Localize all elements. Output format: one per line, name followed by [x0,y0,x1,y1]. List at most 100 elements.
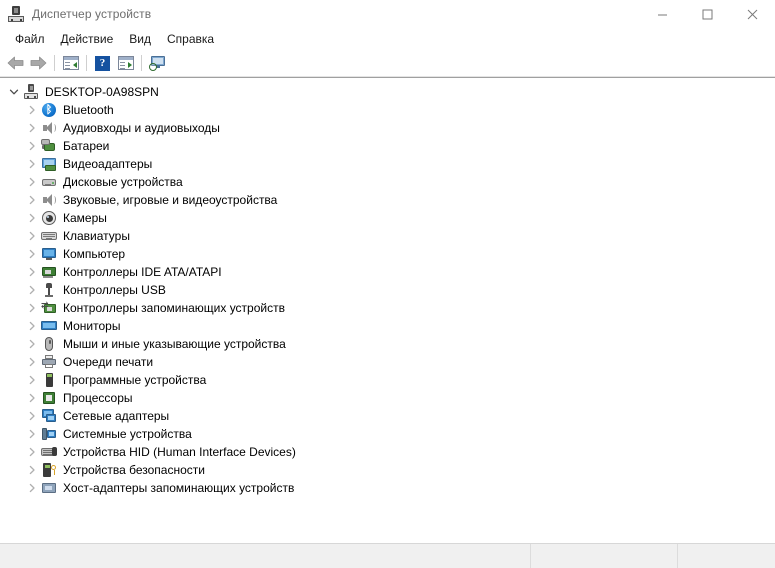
chevron-right-icon[interactable] [24,318,40,334]
maximize-icon [702,9,713,19]
tree-root-node[interactable]: DESKTOP-0A98SPN [0,83,775,101]
tree-item-disk-drives[interactable]: Дисковые устройства [0,173,775,191]
close-icon [747,9,758,19]
device-tree: DESKTOP-0A98SPN ᛒ Bluetooth Аудиовходы и… [0,78,775,497]
toolbar-separator-2 [86,55,87,71]
tree-item-computer[interactable]: Компьютер [0,245,775,263]
chevron-right-icon[interactable] [24,372,40,388]
tree-item-bluetooth[interactable]: ᛒ Bluetooth [0,101,775,119]
sound-video-game-icon [41,192,57,208]
menu-action[interactable]: Действие [53,30,122,48]
system-device-icon [41,426,57,442]
minimize-button[interactable] [640,0,685,28]
bluetooth-icon: ᛒ [41,102,57,118]
menu-view[interactable]: Вид [121,30,159,48]
chevron-right-icon[interactable] [24,354,40,370]
chevron-right-icon[interactable] [24,336,40,352]
network-adapter-icon [41,408,57,424]
tree-item-monitors[interactable]: Мониторы [0,317,775,335]
tree-item-label: Контроллеры запоминающих устройств [63,300,285,315]
device-manager-window: Диспетчер устройств Файл Действие Вид Сп… [0,0,775,568]
chevron-right-icon[interactable] [24,480,40,496]
tree-item-processors[interactable]: Процессоры [0,389,775,407]
chevron-right-icon[interactable] [24,426,40,442]
help-button[interactable]: ? [91,52,114,74]
tree-item-display-adapters[interactable]: Видеоадаптеры [0,155,775,173]
chevron-right-icon[interactable] [24,156,40,172]
menu-help[interactable]: Справка [159,30,222,48]
chevron-right-icon[interactable] [24,462,40,478]
minimize-icon [658,14,667,15]
tree-item-storage-controllers[interactable]: ⇄ Контроллеры запоминающих устройств [0,299,775,317]
toolbar: ? [0,50,775,77]
usb-controller-icon [41,282,57,298]
properties-button[interactable] [59,52,82,74]
tree-item-print-queues[interactable]: Очереди печати [0,353,775,371]
chevron-right-icon[interactable] [24,444,40,460]
software-device-icon [41,372,57,388]
keyboard-icon [41,228,57,244]
tree-root-label: DESKTOP-0A98SPN [45,84,159,99]
forward-button[interactable] [27,52,50,74]
chevron-right-icon[interactable] [24,246,40,262]
chevron-right-icon[interactable] [24,210,40,226]
status-cell-message [0,544,530,568]
tree-item-software-devices[interactable]: Программные устройства [0,371,775,389]
tree-item-host-adapters[interactable]: Хост-адаптеры запоминающих устройств [0,479,775,497]
monitor-icon [41,318,57,334]
device-tree-panel: DESKTOP-0A98SPN ᛒ Bluetooth Аудиовходы и… [0,77,775,544]
window-controls [640,0,775,28]
maximize-button[interactable] [685,0,730,28]
scan-hardware-changes-icon [148,55,167,71]
tree-item-label: Устройства безопасности [63,462,205,477]
ide-controller-icon [41,264,57,280]
chevron-right-icon[interactable] [24,282,40,298]
tree-item-label: Мыши и иные указывающие устройства [63,336,286,351]
processor-icon [41,390,57,406]
tree-item-label: Программные устройства [63,372,207,387]
disk-drive-icon [41,174,57,190]
chevron-right-icon[interactable] [24,192,40,208]
menu-file[interactable]: Файл [7,30,53,48]
chevron-right-icon[interactable] [24,138,40,154]
chevron-right-icon[interactable] [24,300,40,316]
tree-item-audio[interactable]: Аудиовходы и аудиовыходы [0,119,775,137]
battery-icon [41,138,57,154]
tree-item-usb-controllers[interactable]: Контроллеры USB [0,281,775,299]
chevron-right-icon[interactable] [24,390,40,406]
printer-icon [41,354,57,370]
chevron-right-icon[interactable] [24,228,40,244]
tree-item-label: Системные устройства [63,426,192,441]
chevron-right-icon[interactable] [24,102,40,118]
tree-item-system-devices[interactable]: Системные устройства [0,425,775,443]
back-button[interactable] [4,52,27,74]
chevron-down-icon[interactable] [6,84,22,100]
status-cell-tertiary [677,544,775,568]
host-adapter-icon [41,480,57,496]
chevron-right-icon[interactable] [24,408,40,424]
chevron-right-icon[interactable] [24,120,40,136]
tree-item-hid-devices[interactable]: Устройства HID (Human Interface Devices) [0,443,775,461]
window-title: Диспетчер устройств [32,7,152,21]
tree-item-cameras[interactable]: Камеры [0,209,775,227]
chevron-right-icon[interactable] [24,174,40,190]
tree-item-mice[interactable]: Мыши и иные указывающие устройства [0,335,775,353]
tree-item-label: Контроллеры USB [63,282,166,297]
status-cell-secondary [530,544,677,568]
show-hidden-devices-button[interactable] [114,52,137,74]
tree-item-network-adapters[interactable]: Сетевые адаптеры [0,407,775,425]
tree-item-ide-controllers[interactable]: Контроллеры IDE ATA/ATAPI [0,263,775,281]
tree-item-batteries[interactable]: Батареи [0,137,775,155]
display-adapter-icon [41,156,57,172]
audio-icon [41,120,57,136]
chevron-right-icon[interactable] [24,264,40,280]
toolbar-separator-3 [141,55,142,71]
close-button[interactable] [730,0,775,28]
storage-controller-icon: ⇄ [41,300,57,316]
properties-icon [62,56,79,70]
scan-hardware-changes-button[interactable] [146,52,169,74]
tree-item-security-devices[interactable]: Устройства безопасности [0,461,775,479]
tree-item-label: Хост-адаптеры запоминающих устройств [63,480,295,495]
tree-item-sound-video-game[interactable]: Звуковые, игровые и видеоустройства [0,191,775,209]
tree-item-keyboards[interactable]: Клавиатуры [0,227,775,245]
